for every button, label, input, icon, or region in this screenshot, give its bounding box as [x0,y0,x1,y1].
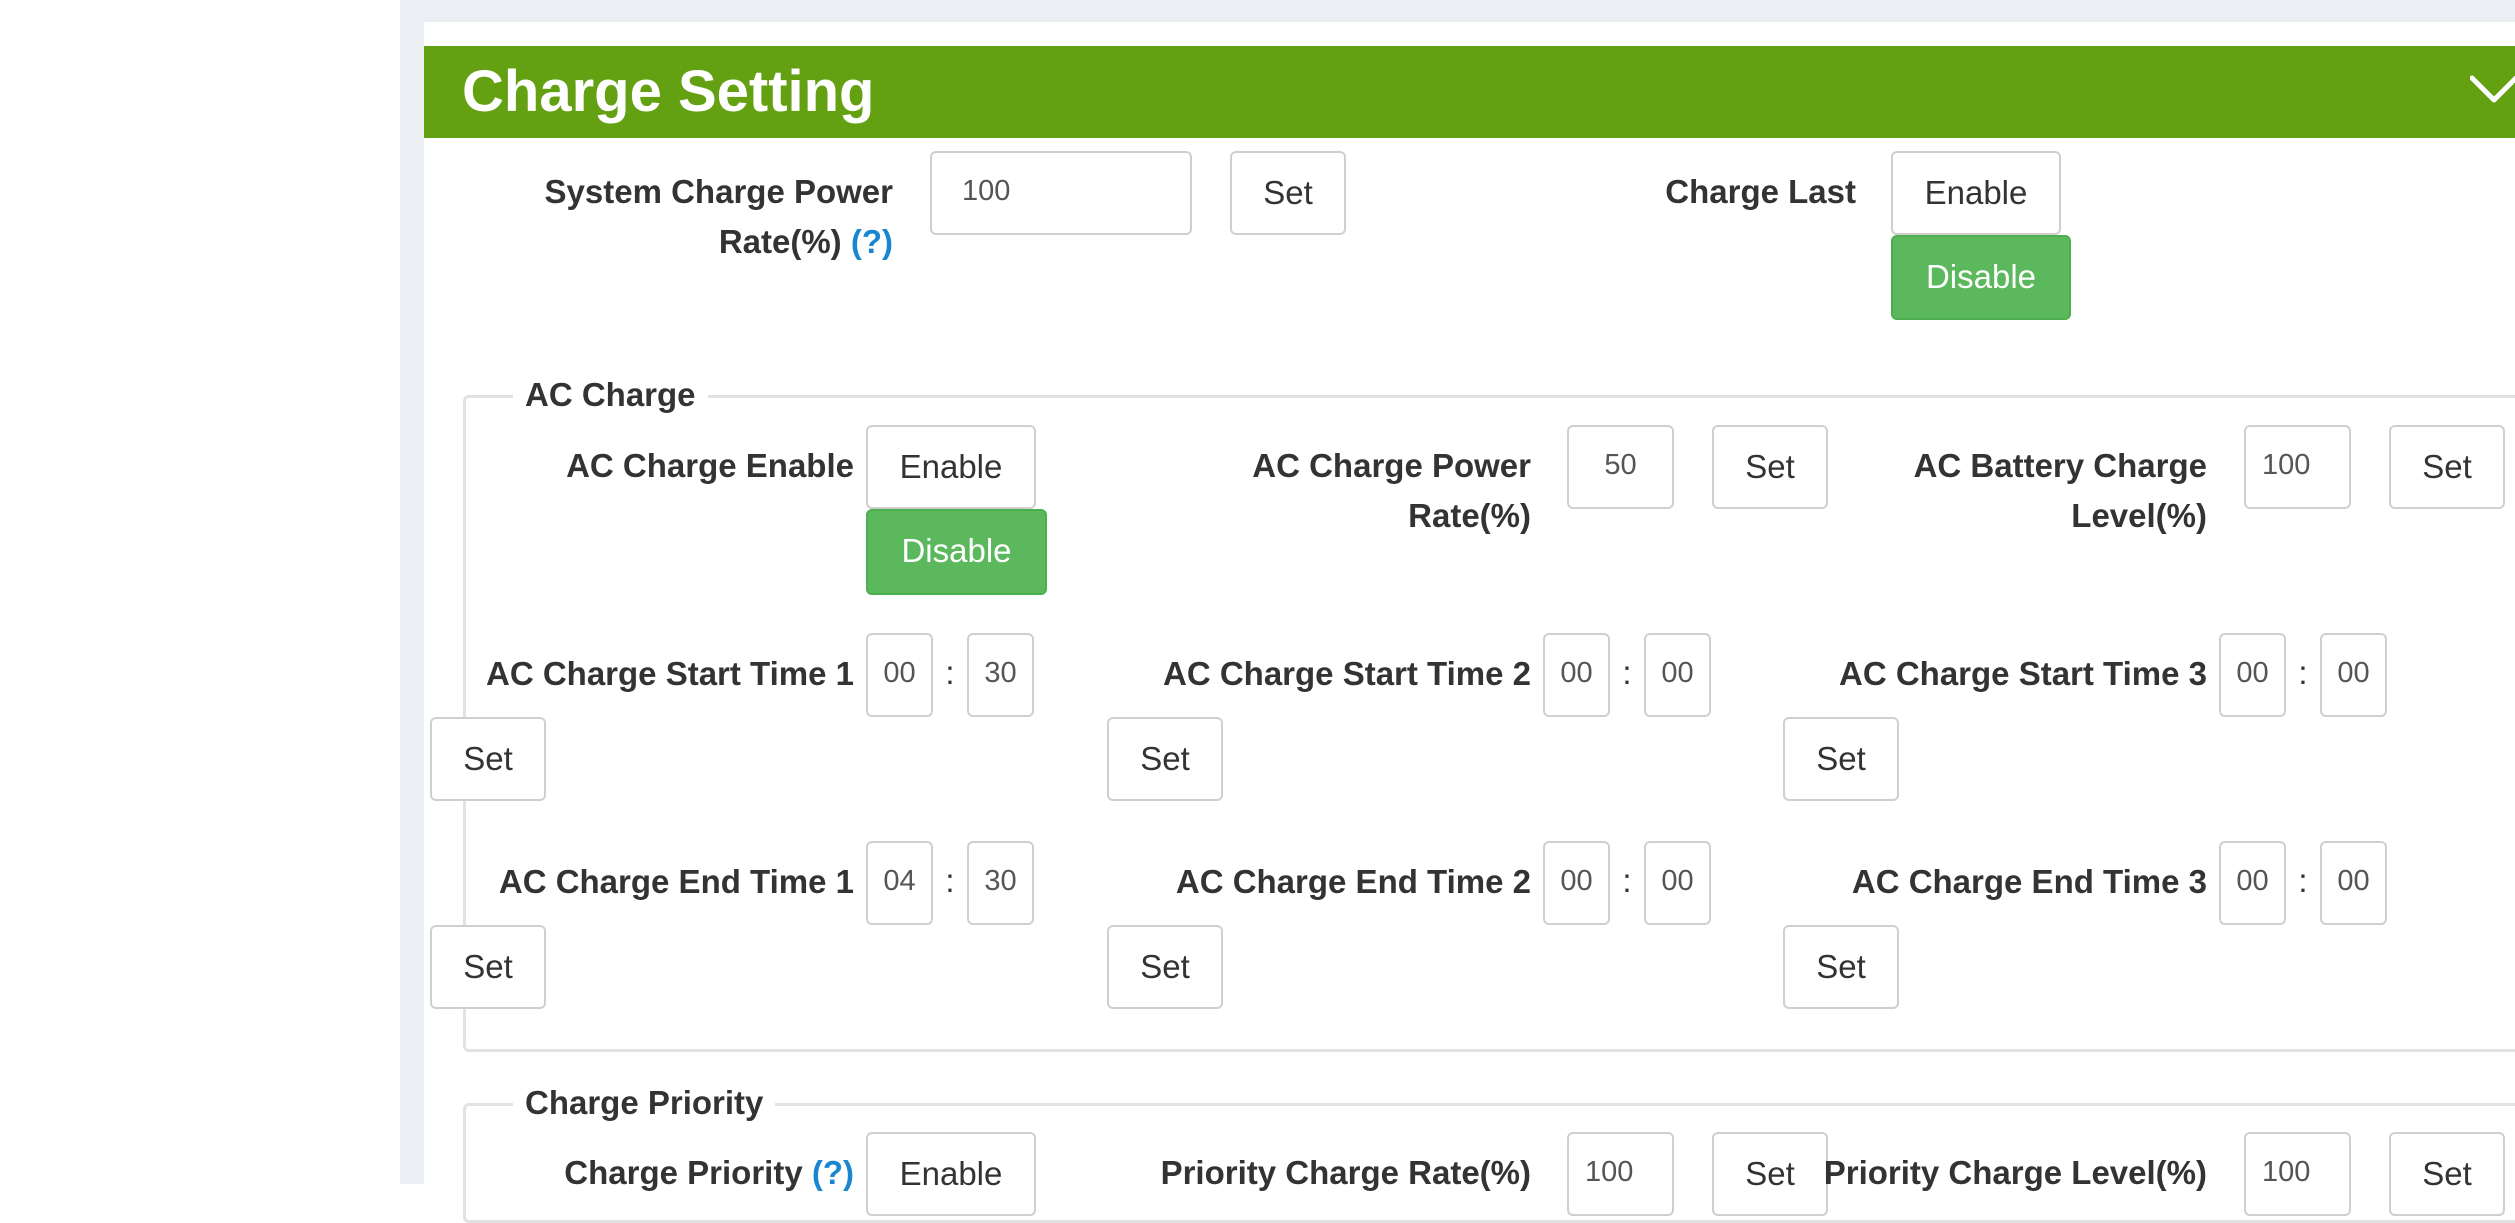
ac-battery-level-label: AC Battery Charge Level(%) [1913,447,2207,534]
ac-end-time-2-minute[interactable]: 00 [1644,841,1711,925]
ac-end-time-3-hour[interactable]: 00 [2219,841,2286,925]
time-colon: : [1622,862,1632,899]
ac-end-time-2-label: AC Charge End Time 2 [1175,863,1531,900]
help-link[interactable]: (?) [851,223,893,260]
ac-charge-enable-label: AC Charge Enable [566,447,854,484]
ac-charge-power-set-button[interactable]: Set [1712,425,1828,509]
time-colon: : [945,654,955,691]
ac-start-time-2-hour[interactable]: 00 [1543,633,1610,717]
ac-charge-enable-button[interactable]: Enable [866,425,1036,509]
ac-end-time-3-set-button[interactable]: Set [1783,925,1899,1009]
ac-charge-disable-button[interactable]: Disable [866,509,1047,595]
ac-end-time-3-label: AC Charge End Time 3 [1851,863,2207,900]
priority-charge-level-set-button[interactable]: Set [2389,1132,2505,1216]
priority-charge-level-input[interactable]: 100 [2244,1132,2351,1216]
priority-charge-rate-input[interactable]: 100 [1567,1132,1674,1216]
charge-last-label: Charge Last [1665,173,1856,210]
system-charge-rate-input[interactable]: 100 [930,151,1192,235]
charge-priority-enable-button[interactable]: Enable [866,1132,1036,1216]
system-charge-set-button[interactable]: Set [1230,151,1346,235]
time-colon: : [2298,654,2308,691]
ac-start-time-3-minute[interactable]: 00 [2320,633,2387,717]
ac-start-time-3-label: AC Charge Start Time 3 [1839,655,2207,692]
ac-charge-power-input[interactable]: 50 [1567,425,1674,509]
ac-start-time-1-label: AC Charge Start Time 1 [486,655,854,692]
help-link[interactable]: (?) [812,1154,854,1191]
ac-start-time-3-set-button[interactable]: Set [1783,717,1899,801]
system-charge-label: System Charge Power Rate(%) (?) [544,173,893,260]
ac-end-time-2-set-button[interactable]: Set [1107,925,1223,1009]
ac-start-time-2-set-button[interactable]: Set [1107,717,1223,801]
ac-battery-level-input[interactable]: 100 [2244,425,2351,509]
top-gutter [424,0,2515,22]
ac-end-time-2-hour[interactable]: 00 [1543,841,1610,925]
priority-charge-level-label: Priority Charge Level(%) [1823,1154,2207,1191]
ac-end-time-1-minute[interactable]: 30 [967,841,1034,925]
charge-priority-legend: Charge Priority [513,1083,776,1123]
sidebar-gutter [400,0,424,1184]
ac-charge-power-label: AC Charge Power Rate(%) [1252,447,1531,534]
charge-last-disable-button[interactable]: Disable [1891,235,2071,320]
ac-start-time-2-label: AC Charge Start Time 2 [1163,655,1531,692]
time-colon: : [2298,862,2308,899]
ac-battery-level-set-button[interactable]: Set [2389,425,2505,509]
chevron-down-icon[interactable] [2470,72,2515,112]
ac-end-time-1-label: AC Charge End Time 1 [498,863,854,900]
time-colon: : [1622,654,1632,691]
ac-start-time-3-hour[interactable]: 00 [2219,633,2286,717]
ac-end-time-1-set-button[interactable]: Set [430,925,546,1009]
ac-end-time-1-hour[interactable]: 04 [866,841,933,925]
ac-start-time-1-set-button[interactable]: Set [430,717,546,801]
time-colon: : [945,862,955,899]
ac-start-time-2-minute[interactable]: 00 [1644,633,1711,717]
charge-priority-label: Charge Priority (?) [564,1154,854,1191]
charge-last-enable-button[interactable]: Enable [1891,151,2061,235]
ac-charge-legend: AC Charge [513,375,708,415]
panel-title: Charge Setting [462,59,875,124]
priority-charge-rate-set-button[interactable]: Set [1712,1132,1828,1216]
ac-end-time-3-minute[interactable]: 00 [2320,841,2387,925]
ac-start-time-1-hour[interactable]: 00 [866,633,933,717]
priority-charge-rate-label: Priority Charge Rate(%) [1160,1154,1531,1191]
ac-start-time-1-minute[interactable]: 30 [967,633,1034,717]
panel-header[interactable]: Charge Setting [424,46,2515,138]
